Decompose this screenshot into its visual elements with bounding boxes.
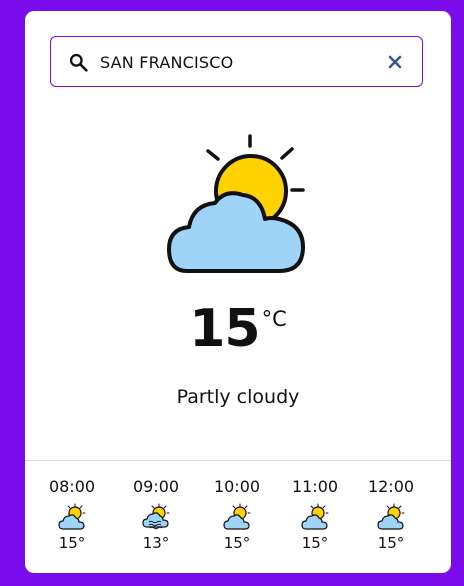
partly-cloudy-icon bbox=[223, 503, 251, 530]
hourly-temp: 15° bbox=[58, 534, 86, 552]
hourly-item: 11:00 15° bbox=[280, 477, 350, 552]
hourly-item: 10:00 15° bbox=[202, 477, 272, 552]
hourly-time: 12:00 bbox=[367, 477, 415, 496]
partly-cloudy-icon bbox=[301, 503, 329, 530]
hourly-temp: 15° bbox=[301, 534, 329, 552]
weather-card: 15°C Partly cloudy 08:00 15° 09:00 bbox=[25, 11, 451, 573]
divider bbox=[25, 460, 451, 461]
partly-cloudy-icon bbox=[377, 503, 405, 530]
hourly-forecast: 08:00 15° 09:00 13° 10:00 15° 11:00 15° … bbox=[25, 477, 451, 567]
clear-icon[interactable] bbox=[386, 53, 404, 71]
fog-icon bbox=[142, 503, 170, 530]
search-bar bbox=[50, 36, 423, 87]
hourly-item: 09:00 13° bbox=[121, 477, 191, 552]
current-temperature: 15°C bbox=[25, 299, 451, 359]
hourly-temp: 15° bbox=[377, 534, 405, 552]
weather-description: Partly cloudy bbox=[176, 386, 300, 408]
search-icon bbox=[69, 53, 88, 72]
hourly-time: 08:00 bbox=[48, 477, 96, 496]
hourly-item: 12:00 15° bbox=[356, 477, 426, 552]
hourly-time: 11:00 bbox=[291, 477, 339, 496]
partly-cloudy-icon bbox=[167, 134, 305, 273]
hourly-time: 10:00 bbox=[213, 477, 261, 496]
hourly-time: 09:00 bbox=[132, 477, 180, 496]
search-input[interactable] bbox=[100, 49, 370, 75]
temperature-value: 15 bbox=[189, 299, 260, 359]
hourly-temp: 13° bbox=[142, 534, 170, 552]
hourly-item: 08:00 15° bbox=[37, 477, 107, 552]
temperature-unit: °C bbox=[261, 307, 287, 331]
hourly-temp: 15° bbox=[223, 534, 251, 552]
partly-cloudy-icon bbox=[58, 503, 86, 530]
